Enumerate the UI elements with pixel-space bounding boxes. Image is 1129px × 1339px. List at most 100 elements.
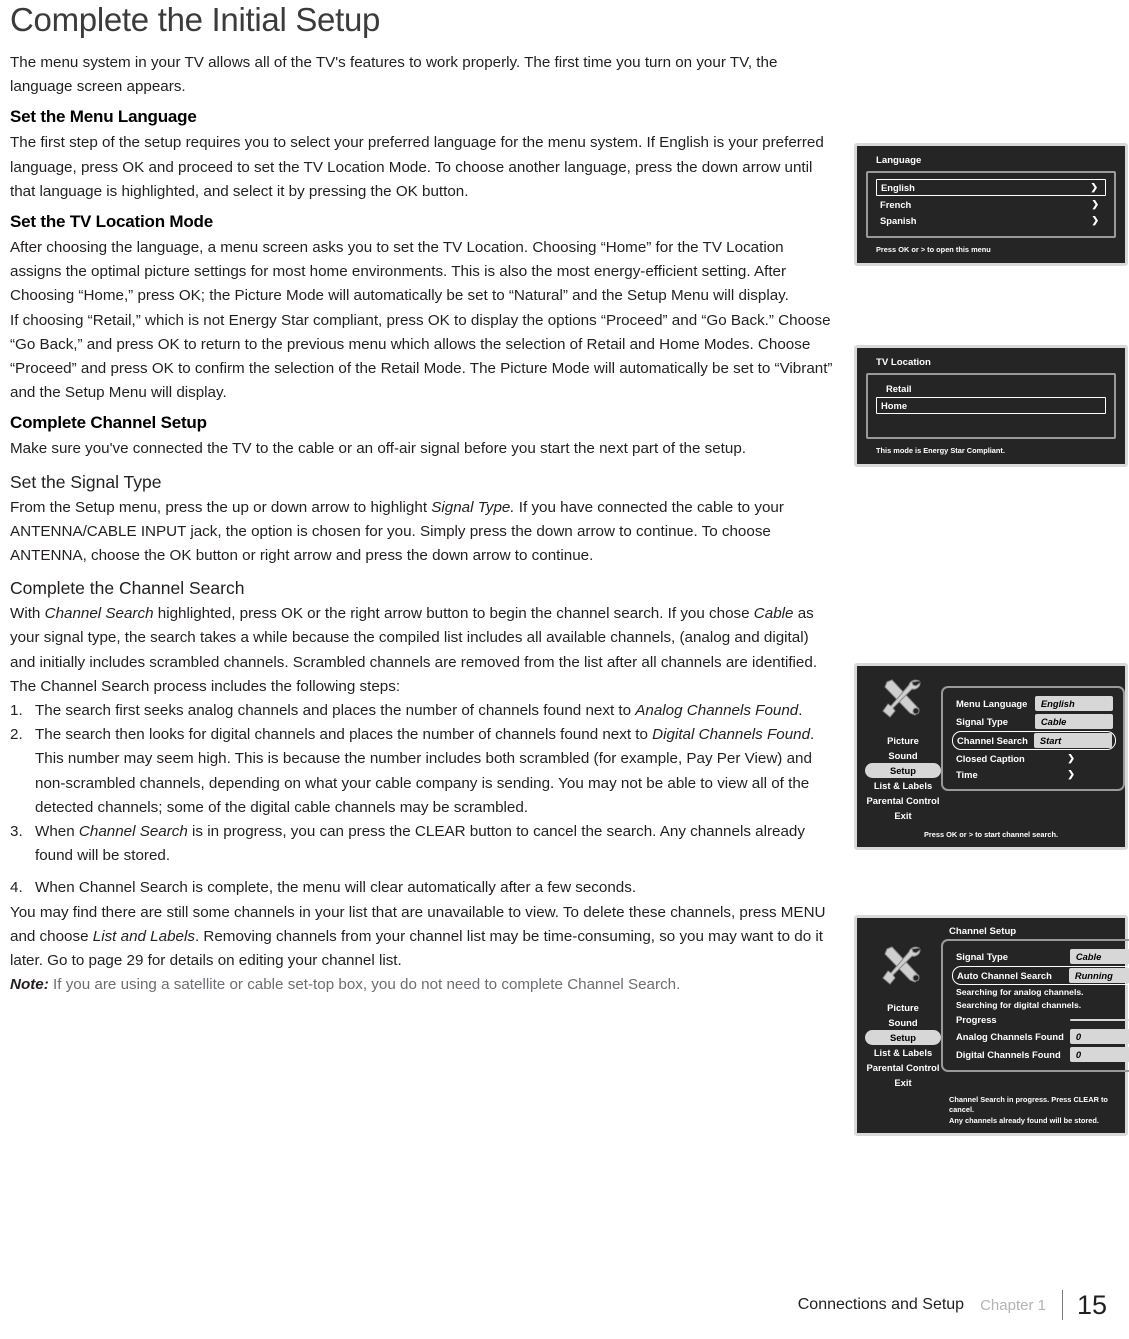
paragraph-channel-search-closing: You may find there are still some channe…: [10, 901, 838, 974]
setup-row-menu-language[interactable]: Menu Language English: [952, 695, 1116, 712]
article-column: Complete the Initial Setup The menu syst…: [10, 0, 838, 998]
tv-option-label: English: [881, 182, 915, 193]
tv-menu-setup-sidebar: Picture Sound Setup List & Labels Parent…: [865, 672, 941, 823]
paragraph-tv-location-1: After choosing the language, a menu scre…: [10, 239, 789, 305]
cs-row-label: Progress: [956, 1014, 997, 1025]
cs-intro-emphasis-2: Cable: [753, 605, 794, 623]
paragraph-note: Note: If you are using a satellite or ca…: [10, 973, 838, 997]
tv-option-label: Home: [881, 400, 908, 411]
cs-row-value[interactable]: Running: [1068, 968, 1129, 983]
sidebar-item-exit[interactable]: Exit: [865, 1075, 941, 1090]
step-number: 1.: [10, 702, 23, 720]
tv-menu-language-list: English ❯ French ❯ Spanish ❯: [866, 171, 1116, 238]
tv-option-label: Spanish: [880, 215, 917, 226]
tv-menu-setup-main: Menu Language English Signal Type Cable …: [941, 672, 1125, 823]
list-item: 2. The search then looks for digital chan…: [10, 723, 838, 820]
cs-row-signal-type[interactable]: Signal Type Cable: [952, 948, 1129, 965]
sidebar-item-list-and-labels[interactable]: List & Labels: [865, 778, 941, 793]
cs-row-value: 0: [1069, 1029, 1129, 1044]
tv-menu-channel-setup: Channel Setup Picture Sound Setup List &…: [854, 915, 1129, 1136]
tv-menu-tv-location-hint: This mode is Energy Star Compliant.: [876, 446, 1005, 455]
step-emphasis: Channel Search: [78, 823, 188, 841]
sidebar-item-sound[interactable]: Sound: [865, 1015, 941, 1030]
cs-row-value[interactable]: Cable: [1069, 949, 1129, 964]
step-text-a: The search then looks for digital channe…: [35, 726, 653, 744]
tools-icon: [865, 678, 941, 725]
tv-menu-language-hint: Press OK or > to open this menu: [876, 245, 991, 254]
sidebar-item-setup[interactable]: Setup: [865, 1030, 941, 1045]
note-label: Note:: [10, 976, 49, 994]
chevron-right-icon: ❯: [1067, 769, 1075, 779]
cs-intro-a: With: [10, 605, 45, 623]
tv-option-retail[interactable]: Retail: [882, 381, 1106, 396]
cs-progress-bar: [1069, 1018, 1129, 1021]
tv-option-label: Retail: [886, 383, 912, 394]
sidebar-item-picture[interactable]: Picture: [865, 733, 941, 748]
tv-option-spanish[interactable]: Spanish ❯: [876, 213, 1106, 228]
intro-paragraph: The menu system in your TV allows all of…: [10, 54, 778, 96]
paragraph-menu-language: The first step of the setup requires you…: [10, 134, 824, 200]
sidebar-item-picture[interactable]: Picture: [865, 1000, 941, 1015]
tv-menu-setup: Picture Sound Setup List & Labels Parent…: [854, 663, 1128, 850]
footer-chapter-label: Chapter 1: [980, 1296, 1046, 1314]
sidebar-item-parental-control[interactable]: Parental Control: [865, 1060, 941, 1075]
setup-row-label: Closed Caption: [956, 753, 1025, 764]
setup-row-value[interactable]: Start: [1033, 733, 1112, 748]
tv-menu-channel-setup-hint-2: Any channels already found will be store…: [949, 1116, 1099, 1125]
setup-row-label: Time: [956, 769, 978, 780]
tools-icon: [865, 945, 941, 992]
cs-row-digital-found: Digital Channels Found 0: [952, 1046, 1129, 1063]
tv-menu-channel-setup-sidebar: Picture Sound Setup List & Labels Parent…: [865, 939, 941, 1090]
tv-menu-setup-rows: Menu Language English Signal Type Cable …: [941, 686, 1125, 791]
channel-search-steps: 1. The search first seeks analog channels…: [10, 699, 838, 901]
step-text-a: When Channel Search is complete, the men…: [35, 879, 637, 897]
setup-row-signal-type[interactable]: Signal Type Cable: [952, 713, 1116, 730]
step-text-a: The search first seeks analog channels a…: [35, 702, 636, 720]
tv-menu-tv-location-title: TV Location: [876, 357, 931, 368]
setup-row-label: Channel Search: [957, 735, 1028, 746]
step-emphasis: Analog Channels Found: [635, 702, 799, 720]
tv-menu-language: Language English ❯ French ❯ Spanish ❯ Pr…: [854, 143, 1128, 266]
cs-row-label: Digital Channels Found: [956, 1049, 1061, 1060]
sidebar-item-parental-control[interactable]: Parental Control: [865, 793, 941, 808]
tv-option-english[interactable]: English ❯: [876, 179, 1106, 196]
list-item: 4. When Channel Search is complete, the m…: [10, 876, 838, 900]
step-number: 2.: [10, 726, 23, 744]
cs-row-auto-channel-search[interactable]: Auto Channel Search Running: [952, 966, 1129, 985]
setup-row-channel-search[interactable]: Channel Search Start: [952, 731, 1116, 750]
paragraph-signal-type: From the Setup menu, press the up or dow…: [10, 496, 838, 569]
step-emphasis: Digital Channels Found: [652, 726, 811, 744]
sidebar-item-list-and-labels[interactable]: List & Labels: [865, 1045, 941, 1060]
setup-row-closed-caption[interactable]: Closed Caption ❯: [952, 751, 1116, 766]
tv-menu-tv-location: TV Location Retail Home This mode is Ene…: [854, 345, 1128, 467]
cs-row-label: Signal Type: [956, 951, 1008, 962]
chevron-right-icon: ❯: [1067, 753, 1075, 763]
signal-type-text-a: From the Setup menu, press the up or dow…: [10, 498, 432, 516]
tv-menu-language-title: Language: [876, 155, 922, 166]
tv-menu-channel-setup-rows: Signal Type Cable Auto Channel Search Ru…: [941, 939, 1129, 1072]
setup-row-label: Menu Language: [956, 698, 1028, 709]
cs-intro-b: highlighted, press OK or the right arrow…: [153, 605, 754, 623]
sidebar-item-setup[interactable]: Setup: [865, 763, 941, 778]
list-item: 1. The search first seeks analog channels…: [10, 699, 838, 723]
heading-set-signal-type: Set the Signal Type: [10, 471, 162, 492]
tv-menu-tv-location-list: Retail Home: [866, 373, 1116, 439]
tv-option-home[interactable]: Home: [876, 397, 1106, 414]
footer-page-number: 15: [1076, 1289, 1107, 1320]
list-item: 3. When Channel Search is in progress, yo…: [10, 820, 838, 868]
tv-option-french[interactable]: French ❯: [876, 197, 1106, 212]
heading-complete-channel-search: Complete the Channel Search: [10, 578, 245, 599]
paragraph-tv-location-2: If choosing “Retail,” which is not Energ…: [10, 311, 833, 402]
sidebar-item-sound[interactable]: Sound: [865, 748, 941, 763]
cs-closing-emphasis: List and Labels: [92, 927, 195, 945]
setup-row-value[interactable]: Cable: [1034, 714, 1113, 729]
heading-complete-channel-setup: Complete Channel Setup: [10, 413, 207, 433]
chevron-right-icon: ❯: [1090, 182, 1098, 192]
tv-menu-channel-setup-main: Signal Type Cable Auto Channel Search Ru…: [941, 939, 1129, 1090]
setup-row-value[interactable]: English: [1034, 696, 1113, 711]
step-number: 3.: [10, 823, 23, 841]
sidebar-item-exit[interactable]: Exit: [865, 808, 941, 823]
setup-row-time[interactable]: Time ❯: [952, 767, 1116, 782]
page-footer: Connections and Setup Chapter 1 15: [0, 1283, 1129, 1327]
cs-row-value: 0: [1069, 1047, 1129, 1062]
